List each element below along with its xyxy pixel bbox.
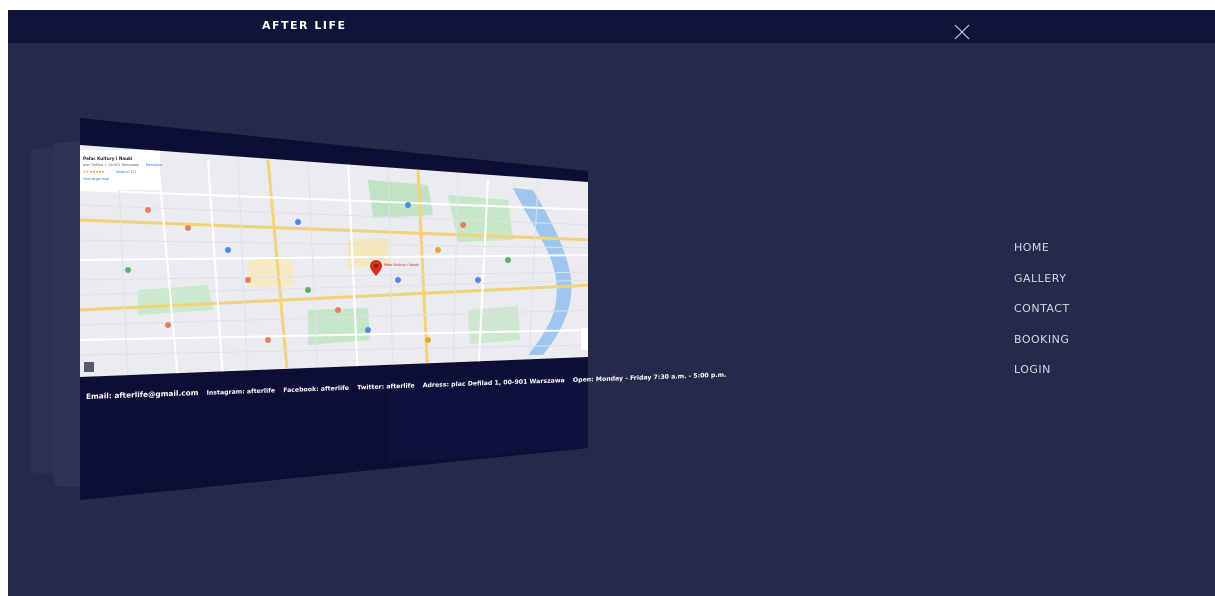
view-larger-map-link[interactable]: View larger map (83, 177, 109, 181)
nav-item-contact[interactable]: CONTACT (1014, 302, 1070, 333)
place-rating: 4.6 ★★★★★ (83, 170, 105, 174)
overlay-menu-screen: AFTER LIFE Pałac Kultury i Nauki plac De… (8, 10, 1215, 596)
nav-item-login[interactable]: LOGIN (1014, 363, 1070, 394)
nav-item-booking[interactable]: BOOKING (1014, 333, 1070, 364)
main-navigation: HOME GALLERY CONTACT BOOKING LOGIN (1014, 241, 1070, 394)
nav-item-gallery[interactable]: GALLERY (1014, 272, 1070, 303)
directions-link[interactable]: Directions (146, 163, 162, 167)
place-reviews[interactable]: Views of 127 (116, 170, 136, 174)
place-title: Pałac Kultury i Nauki (83, 156, 133, 161)
street-view-icon[interactable] (84, 362, 94, 372)
map-zoom-controls[interactable] (581, 328, 589, 350)
place-address: plac Defilad 1, 00-901 Warszawa (83, 163, 139, 167)
nav-item-home[interactable]: HOME (1014, 241, 1070, 272)
map-pin-label: Pałac Kultury i Nauki (384, 263, 419, 267)
